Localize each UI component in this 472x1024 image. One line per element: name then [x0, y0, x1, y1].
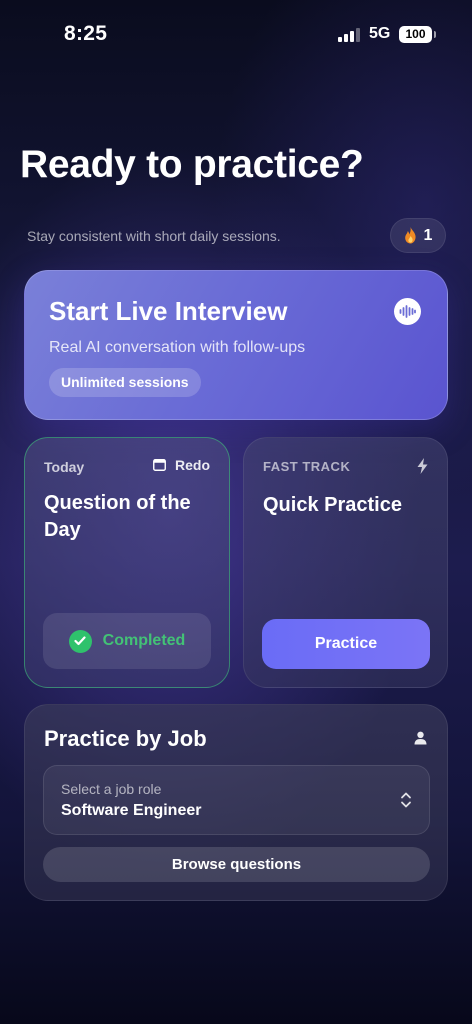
- calendar-icon: [153, 459, 166, 471]
- redo-label: Redo: [175, 457, 210, 473]
- page-subtitle: Stay consistent with short daily session…: [27, 228, 281, 244]
- quick-practice-card[interactable]: FAST TRACK Quick Practice Practice: [243, 437, 448, 688]
- check-circle-icon: [68, 629, 92, 653]
- job-role-select-value: Software Engineer: [61, 802, 202, 819]
- network-label: 5G: [369, 25, 391, 42]
- qotd-tag: Today: [44, 459, 85, 475]
- browse-questions-button[interactable]: Browse questions: [43, 847, 430, 882]
- streak-badge[interactable]: 1: [390, 218, 446, 253]
- signal-icon: [338, 28, 360, 42]
- chevron-up-down-icon: [401, 792, 411, 808]
- practice-button[interactable]: Practice: [262, 619, 430, 669]
- fast-track-tag: FAST TRACK: [263, 459, 351, 474]
- live-interview-description: Real AI conversation with follow-ups: [49, 339, 306, 356]
- job-role-select-label: Select a job role: [61, 781, 162, 797]
- practice-by-job-title: Practice by Job: [44, 726, 207, 751]
- job-role-select[interactable]: Select a job role Software Engineer: [43, 765, 430, 835]
- page-title: Ready to practice?: [20, 143, 364, 186]
- live-interview-title: Start Live Interview: [49, 296, 288, 326]
- completed-status-button[interactable]: Completed: [43, 613, 211, 669]
- flame-icon: [404, 227, 416, 244]
- user-icon: [414, 731, 427, 745]
- audio-wave-icon[interactable]: [394, 298, 421, 325]
- quick-practice-title: Quick Practice: [263, 494, 402, 516]
- unlimited-sessions-badge: Unlimited sessions: [49, 368, 201, 397]
- streak-count: 1: [423, 226, 433, 244]
- redo-button[interactable]: Redo: [153, 457, 210, 473]
- question-of-the-day-card[interactable]: Today Redo Question of the Day Completed: [24, 437, 230, 688]
- battery-icon: 100: [399, 26, 436, 43]
- practice-by-job-card: Practice by Job Select a job role Softwa…: [24, 704, 448, 901]
- status-time: 8:25: [64, 22, 108, 45]
- live-interview-card[interactable]: Start Live Interview Real AI conversatio…: [24, 270, 448, 420]
- qotd-title: Question of the Day: [44, 492, 191, 541]
- completed-label: Completed: [102, 632, 186, 649]
- bolt-icon: [417, 458, 428, 474]
- status-bar: 8:25 5G 100: [0, 0, 472, 70]
